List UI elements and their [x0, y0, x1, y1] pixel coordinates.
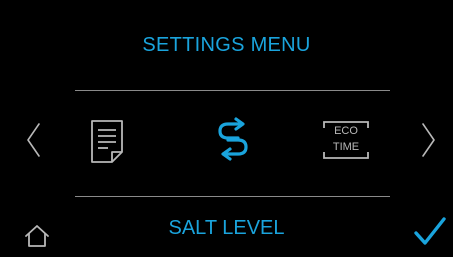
settings-screen: SETTINGS MENU ECO TIME SALT LEVEL	[0, 0, 453, 257]
bottom-divider	[75, 196, 390, 197]
menu-item-document[interactable]	[88, 118, 128, 164]
eco-label: ECO	[334, 125, 358, 137]
chevron-right-icon	[422, 123, 435, 157]
confirm-button[interactable]	[413, 216, 447, 248]
next-arrow-button[interactable]	[418, 122, 438, 158]
previous-arrow-button[interactable]	[24, 122, 44, 158]
chevron-left-icon	[27, 123, 40, 157]
page-title: SETTINGS MENU	[142, 34, 311, 56]
home-icon	[25, 225, 49, 247]
time-label: TIME	[332, 141, 360, 153]
menu-item-eco-time[interactable]: ECO TIME	[322, 120, 370, 160]
top-divider	[75, 90, 390, 91]
salt-swap-icon	[218, 117, 248, 161]
selected-item-label: SALT LEVEL	[168, 217, 285, 239]
document-icon	[91, 120, 123, 163]
menu-item-salt-level[interactable]	[212, 117, 254, 163]
checkmark-icon	[414, 217, 446, 245]
home-button[interactable]	[24, 224, 50, 248]
